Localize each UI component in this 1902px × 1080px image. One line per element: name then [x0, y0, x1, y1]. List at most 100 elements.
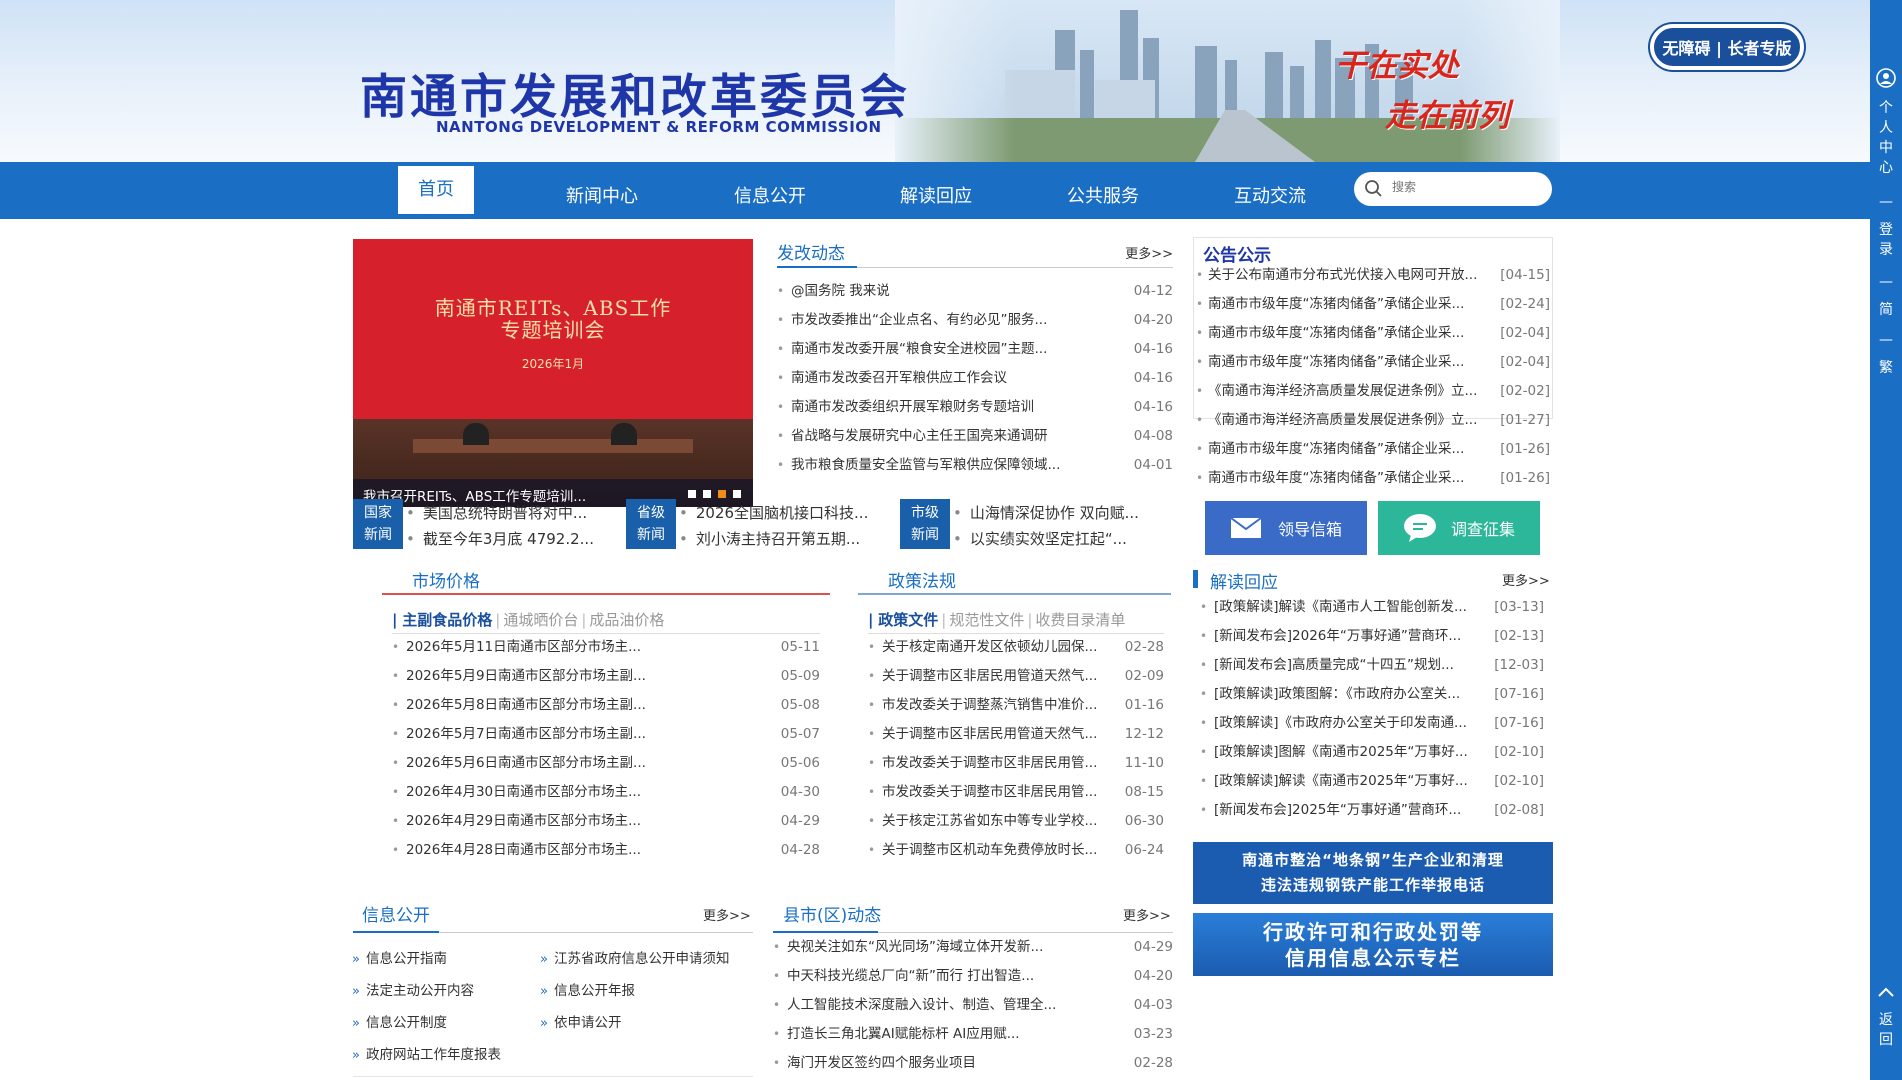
list-item[interactable]: • 《南通市海洋经济高质量发展促进条例》立... [02-02] — [1196, 377, 1550, 406]
list-item[interactable]: • 《南通市海洋经济高质量发展促进条例》立... [01-27] — [1196, 406, 1550, 435]
list-item[interactable]: • 南通市市级年度“冻猪肉储备”承储企业采... [01-26] — [1196, 464, 1550, 493]
tab-fee-catalog[interactable]: 收费目录清单 — [1035, 611, 1125, 629]
info-link-annual-statement[interactable]: » 政府网站工作年度报表 — [352, 1043, 501, 1063]
info-link-guide[interactable]: » 信息公开指南 — [352, 947, 447, 967]
info-link-system[interactable]: » 信息公开制度 — [352, 1011, 447, 1031]
list-item[interactable]: • 关于核定南通开发区依顿幼儿园保... 02-28 — [868, 633, 1164, 662]
carousel-dot[interactable] — [733, 490, 741, 498]
list-item[interactable]: • 市发改委关于调整市区非居民用管... 08-15 — [868, 778, 1164, 807]
info-link-statutory-content[interactable]: » 法定主动公开内容 — [352, 979, 474, 999]
nav-item-interpretation[interactable]: 解读回应 — [876, 177, 996, 217]
national-news-line-2[interactable]: • 截至今年3月底 4792.2... — [406, 528, 594, 549]
list-item[interactable]: • [政策解读]解读《南通市人工智能创新发... [03-13] — [1200, 593, 1544, 622]
list-item[interactable]: • 关于调整市区非居民用管道天然气... 02-09 — [868, 662, 1164, 691]
list-item[interactable]: • [新闻发布会]高质量完成“十四五”规划... [12-03] — [1200, 651, 1544, 680]
list-item[interactable]: • 关于调整市区非居民用管道天然气... 12-12 — [868, 720, 1164, 749]
list-item[interactable]: • 市发改委关于调整蒸汽销售中准价... 01-16 — [868, 691, 1164, 720]
list-item[interactable]: • 南通市市级年度“冻猪肉储备”承储企业采... [02-04] — [1196, 319, 1550, 348]
provincial-news-line-2[interactable]: • 刘小涛主持召开第五期... — [679, 528, 860, 549]
list-item[interactable]: • 2026年5月9日南通市区部分市场主副... 05-09 — [392, 662, 820, 691]
nav-item-interaction[interactable]: 互动交流 — [1210, 177, 1330, 217]
list-item[interactable]: • 南通市发改委召开军粮供应工作会议 04-16 — [777, 364, 1173, 393]
list-item[interactable]: • 市发改委关于调整市区非居民用管... 11-10 — [868, 749, 1164, 778]
info-link-annual-report[interactable]: » 信息公开年报 — [540, 979, 635, 999]
list-item[interactable]: • [政策解读]解读《南通市2025年“万事好... [02-10] — [1200, 767, 1544, 796]
city-news-tag[interactable]: 市级 新闻 — [900, 499, 950, 549]
list-item[interactable]: • 2026年5月6日南通市区部分市场主副... 05-06 — [392, 749, 820, 778]
carousel-dot[interactable] — [703, 490, 711, 498]
list-item[interactable]: • 南通市市级年度“冻猪肉储备”承储企业采... [01-26] — [1196, 435, 1550, 464]
user-icon[interactable] — [1876, 68, 1896, 88]
nav-item-news-center[interactable]: 新闻中心 — [542, 177, 662, 217]
news-carousel[interactable]: 南通市REITs、ABS工作 专题培训会 2026年1月 我市召开REITs、A… — [353, 239, 753, 507]
user-center-link[interactable]: 个人中心 — [1870, 98, 1902, 178]
list-item[interactable]: • 2026年4月30日南通市区部分市场主... 04-30 — [392, 778, 820, 807]
list-item[interactable]: • 2026年4月28日南通市区部分市场主... 04-28 — [392, 836, 820, 865]
simplified-chinese-link[interactable]: 简 — [1870, 300, 1902, 320]
list-item[interactable]: • 关于调整市区机动车免费停放时长... 06-24 — [868, 836, 1164, 865]
survey-button[interactable]: 调查征集 — [1378, 501, 1540, 555]
traditional-chinese-link[interactable]: 繁 — [1870, 358, 1902, 378]
nav-item-public-service[interactable]: 公共服务 — [1043, 177, 1163, 217]
provincial-news-line-1[interactable]: • 2026全国脑机接口科技... — [679, 502, 868, 523]
nav-item-home[interactable]: 首页 — [398, 166, 474, 214]
list-item[interactable]: • 中天科技光缆总厂向“新”而行 打出智造... 04-20 — [773, 962, 1173, 991]
interpret-title[interactable]: 解读回应 — [1210, 568, 1278, 593]
list-item[interactable]: • 2026年4月29日南通市区部分市场主... 04-29 — [392, 807, 820, 836]
leader-mailbox-button[interactable]: 领导信箱 — [1205, 501, 1367, 555]
city-news-line-2[interactable]: • 以实绩实效坚定扛起“... — [953, 528, 1127, 549]
login-link[interactable]: 登录 — [1870, 220, 1902, 260]
carousel-dot[interactable] — [688, 490, 696, 498]
list-item[interactable]: • 2026年5月11日南通市区部分市场主... 05-11 — [392, 633, 820, 662]
fagai-more-link[interactable]: 更多>> — [1125, 243, 1173, 262]
chevron-up-icon[interactable] — [1877, 986, 1895, 998]
list-item[interactable]: • 人工智能技术深度融入设计、制造、管理全... 04-03 — [773, 991, 1173, 1020]
policy-title[interactable]: 政策法规 — [888, 567, 956, 592]
list-item[interactable]: • 2026年5月7日南通市区部分市场主副... 05-07 — [392, 720, 820, 749]
list-item[interactable]: • 关于核定江苏省如东中等专业学校... 06-30 — [868, 807, 1164, 836]
credit-info-banner[interactable]: 行政许可和行政处罚等 信用信息公示专栏 — [1193, 913, 1553, 976]
provincial-news-tag[interactable]: 省级 新闻 — [626, 499, 676, 549]
list-item[interactable]: • 省战略与发展研究中心主任王国亮来通调研 04-08 — [777, 422, 1173, 451]
list-item[interactable]: • [新闻发布会]2025年“万事好通”营商环... [02-08] — [1200, 796, 1544, 825]
tab-normative-documents[interactable]: 规范性文件 — [949, 611, 1024, 629]
list-item[interactable]: • 2026年5月8日南通市区部分市场主副... 05-08 — [392, 691, 820, 720]
fagai-title[interactable]: 发改动态 — [777, 239, 845, 264]
list-item[interactable]: • 南通市发改委开展“粮食安全进校园”主题... 04-16 — [777, 335, 1173, 364]
list-item[interactable]: • [政策解读]《市政府办公室关于印发南通... [07-16] — [1200, 709, 1544, 738]
list-item[interactable]: • 我市粮食质量安全监管与军粮供应保障领域... 04-01 — [777, 451, 1173, 480]
info-link-application-notice[interactable]: » 江苏省政府信息公开申请须知 — [540, 947, 729, 967]
list-item[interactable]: • 关于公布南通市分布式光伏接入电网可开放... [04-15] — [1196, 261, 1550, 290]
tab-fuel-price[interactable]: 成品油价格 — [589, 611, 664, 629]
market-price-title[interactable]: 市场价格 — [412, 567, 480, 592]
tab-price-board[interactable]: 通城晒价台 — [503, 611, 578, 629]
list-item[interactable]: • 南通市市级年度“冻猪肉储备”承储企业采... [02-04] — [1196, 348, 1550, 377]
info-link-on-request[interactable]: » 依申请公开 — [540, 1011, 621, 1031]
interpret-more-link[interactable]: 更多>> — [1502, 570, 1550, 589]
list-item[interactable]: • 央视关注如东“风光同场”海域立体开发新... 04-29 — [773, 933, 1173, 962]
search-icon[interactable] — [1364, 179, 1384, 199]
list-item[interactable]: • 南通市市级年度“冻猪肉储备”承储企业采... [02-24] — [1196, 290, 1550, 319]
national-news-line-1[interactable]: • 美国总统特朗普将对中... — [406, 502, 587, 523]
nav-item-info-disclosure[interactable]: 信息公开 — [710, 177, 830, 217]
carousel-dot-active[interactable] — [718, 490, 726, 498]
search-input[interactable] — [1392, 180, 1542, 194]
list-item[interactable]: • 海门开发区签约四个服务业项目 02-28 — [773, 1049, 1173, 1078]
list-item[interactable]: • [政策解读]政策图解：《市政府办公室关... [07-16] — [1200, 680, 1544, 709]
city-news-line-1[interactable]: • 山海情深促协作 双向赋... — [953, 502, 1139, 523]
county-news-title[interactable]: 县市(区)动态 — [783, 901, 881, 926]
list-item[interactable]: • 打造长三角北翼AI赋能标杆 AI应用赋... 03-23 — [773, 1020, 1173, 1049]
list-item[interactable]: • 市发改委推出“企业点名、有约必见”服务... 04-20 — [777, 306, 1173, 335]
tab-policy-documents[interactable]: 政策文件 — [878, 611, 938, 629]
list-item[interactable]: • [新闻发布会]2026年“万事好通”营商环... [02-13] — [1200, 622, 1544, 651]
list-item[interactable]: • 南通市发改委组织开展军粮财务专题培训 04-16 — [777, 393, 1173, 422]
accessibility-button[interactable]: 无障碍 | 长者专版 — [1650, 24, 1804, 70]
steel-report-banner[interactable]: 南通市整治“地条钢”生产企业和清理 违法违规钢铁产能工作举报电话 — [1193, 842, 1553, 904]
county-more-link[interactable]: 更多>> — [1123, 905, 1171, 924]
tab-staple-food-price[interactable]: 主副食品价格 — [402, 611, 492, 629]
list-item[interactable]: • [政策解读]图解《南通市2025年“万事好... [02-10] — [1200, 738, 1544, 767]
info-open-more-link[interactable]: 更多>> — [703, 905, 751, 924]
info-open-title[interactable]: 信息公开 — [362, 901, 430, 926]
national-news-tag[interactable]: 国家 新闻 — [353, 499, 403, 549]
site-logo-chinese[interactable]: 南通市发展和改革委员会 — [360, 58, 910, 127]
